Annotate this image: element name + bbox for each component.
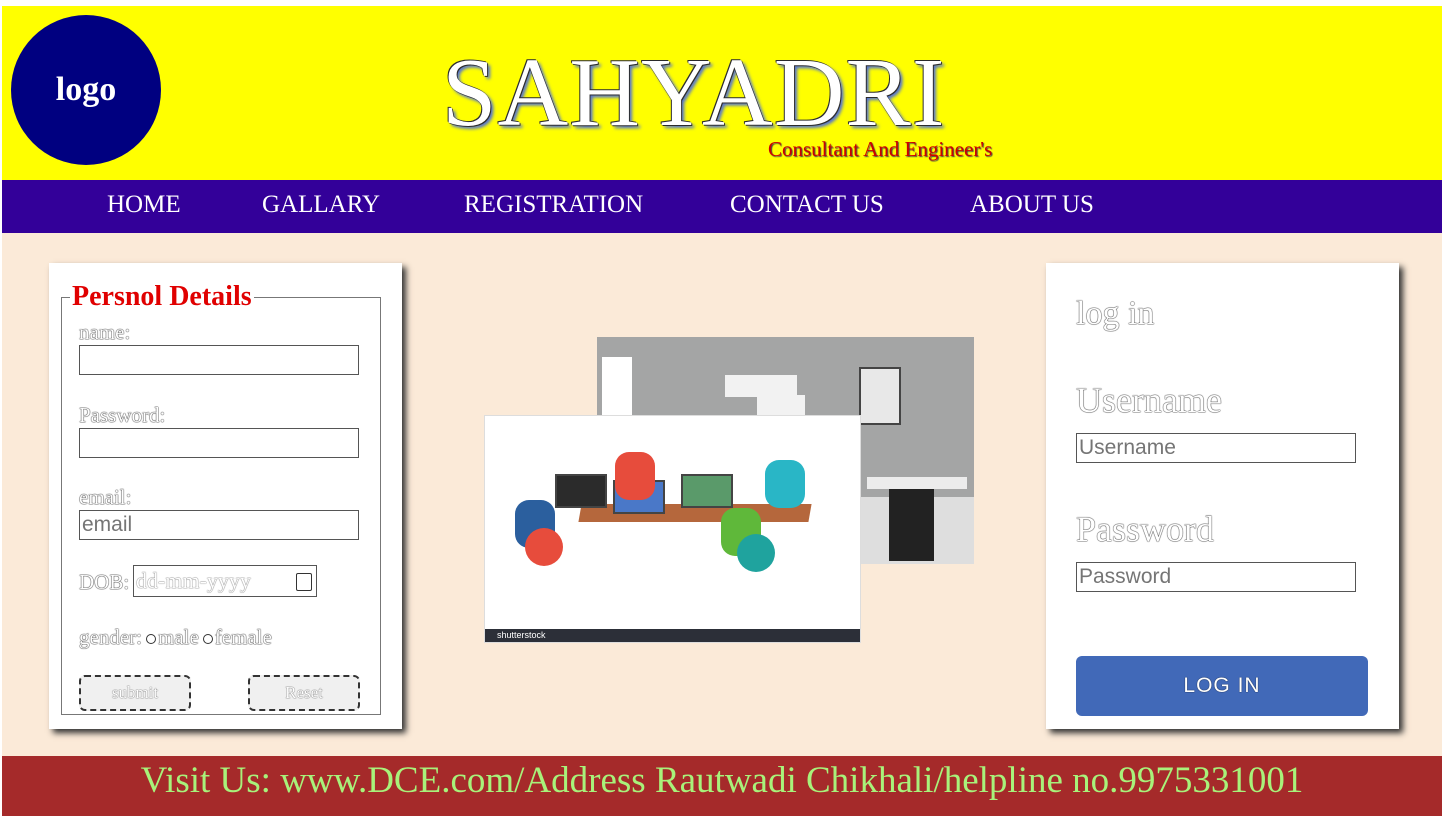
main-content: Persnol Details name: Password: email: D… xyxy=(2,233,1442,756)
login-card: log in Username Password LOG IN xyxy=(1046,263,1399,729)
password-input[interactable] xyxy=(79,428,359,458)
site-header: logo SAHYADRI Consultant And Engineer's xyxy=(2,6,1442,180)
team-working-image: shutterstock xyxy=(484,415,861,643)
brand-tagline: Consultant And Engineer's xyxy=(768,137,993,161)
login-title: log in xyxy=(1076,295,1155,332)
nav-about-us[interactable]: ABOUT US xyxy=(970,191,1094,219)
site-footer: Visit Us: www.DCE.com/Address Rautwadi C… xyxy=(2,756,1442,816)
male-radio[interactable] xyxy=(145,634,156,645)
brand-title: SAHYADRI xyxy=(442,39,946,147)
female-label: female xyxy=(214,625,272,649)
password-label: Password: xyxy=(79,403,166,427)
logo[interactable]: logo xyxy=(11,15,161,165)
male-label: male xyxy=(157,625,199,649)
personal-details-legend: Persnol Details xyxy=(72,281,252,312)
female-radio[interactable] xyxy=(202,634,213,645)
email-input[interactable] xyxy=(79,510,359,540)
dob-label: DOB: xyxy=(79,570,130,594)
gender-label: gender: xyxy=(79,625,142,649)
dob-placeholder: dd-mm-yyyy xyxy=(136,568,251,593)
dob-input[interactable]: dd-mm-yyyy xyxy=(133,565,317,597)
login-password-label: Password xyxy=(1076,509,1215,549)
email-label: email: xyxy=(79,485,132,509)
login-password-input[interactable] xyxy=(1076,562,1356,592)
gender-group: gender: male female xyxy=(79,625,272,650)
name-label: name: xyxy=(79,320,131,344)
nav-contact-us[interactable]: CONTACT US xyxy=(730,191,884,219)
name-input[interactable] xyxy=(79,345,359,375)
registration-card: Persnol Details name: Password: email: D… xyxy=(49,263,402,729)
nav-gallary[interactable]: GALLARY xyxy=(262,191,380,219)
username-input[interactable] xyxy=(1076,433,1356,463)
reset-button[interactable]: Reset xyxy=(248,675,360,711)
username-label: Username xyxy=(1076,380,1222,420)
calendar-icon[interactable] xyxy=(296,573,312,591)
nav-home[interactable]: HOME xyxy=(107,191,181,219)
main-nav: HOME GALLARY REGISTRATION CONTACT US ABO… xyxy=(2,180,1442,233)
submit-button[interactable]: submit xyxy=(79,675,191,711)
nav-registration[interactable]: REGISTRATION xyxy=(464,191,643,219)
login-button[interactable]: LOG IN xyxy=(1076,656,1368,716)
image-credit: shutterstock xyxy=(485,629,860,642)
